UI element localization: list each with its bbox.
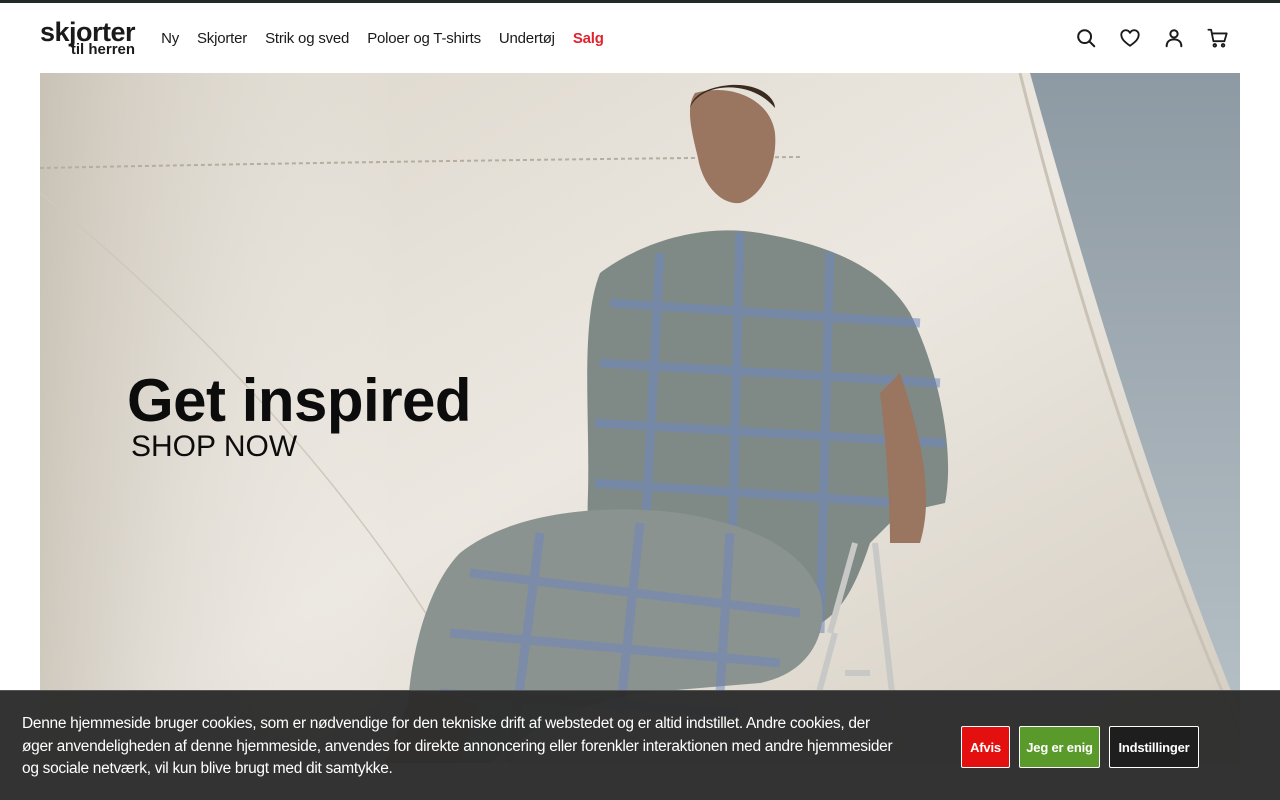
site-header: skjorter til herren Ny Skjorter Strik og… [40,3,1240,73]
nav-item-strik-og-sved[interactable]: Strik og sved [265,30,349,47]
nav-item-poloer-og-t-shirts[interactable]: Poloer og T-shirts [367,30,481,47]
search-icon [1077,29,1096,48]
main-nav: Ny Skjorter Strik og sved Poloer og T-sh… [161,30,622,47]
logo-line-2: til herren [70,40,136,58]
hero-title: Get inspired [127,367,472,434]
account-button[interactable] [1152,16,1196,60]
nav-item-skjorter[interactable]: Skjorter [197,30,247,47]
cookie-message: Denne hjemmeside bruger cookies, som er … [22,715,893,777]
heart-icon [1120,29,1140,47]
header-icons [1064,16,1240,60]
search-button[interactable] [1064,16,1108,60]
nav-item-salg[interactable]: Salg [573,30,604,47]
cookie-banner: Denne hjemmeside bruger cookies, som er … [0,690,1280,800]
hero-banner[interactable]: Get inspired SHOP NOW [40,73,1240,763]
wishlist-button[interactable] [1108,16,1152,60]
cart-button[interactable] [1196,16,1240,60]
nav-item-undertoj[interactable]: Undertøj [499,30,555,47]
reject-cookies-button[interactable]: Afvis [961,726,1010,768]
cookie-settings-button[interactable]: Indstillinger [1109,726,1199,768]
shop-now-link[interactable]: SHOP NOW [131,430,297,464]
user-icon [1165,29,1183,48]
logo-line-1: skjorter [40,16,136,47]
accept-cookies-button[interactable]: Jeg er enig [1019,726,1100,768]
site-logo[interactable]: skjorter til herren [40,16,136,58]
cart-icon [1207,28,1228,48]
nav-item-ny[interactable]: Ny [161,30,179,47]
